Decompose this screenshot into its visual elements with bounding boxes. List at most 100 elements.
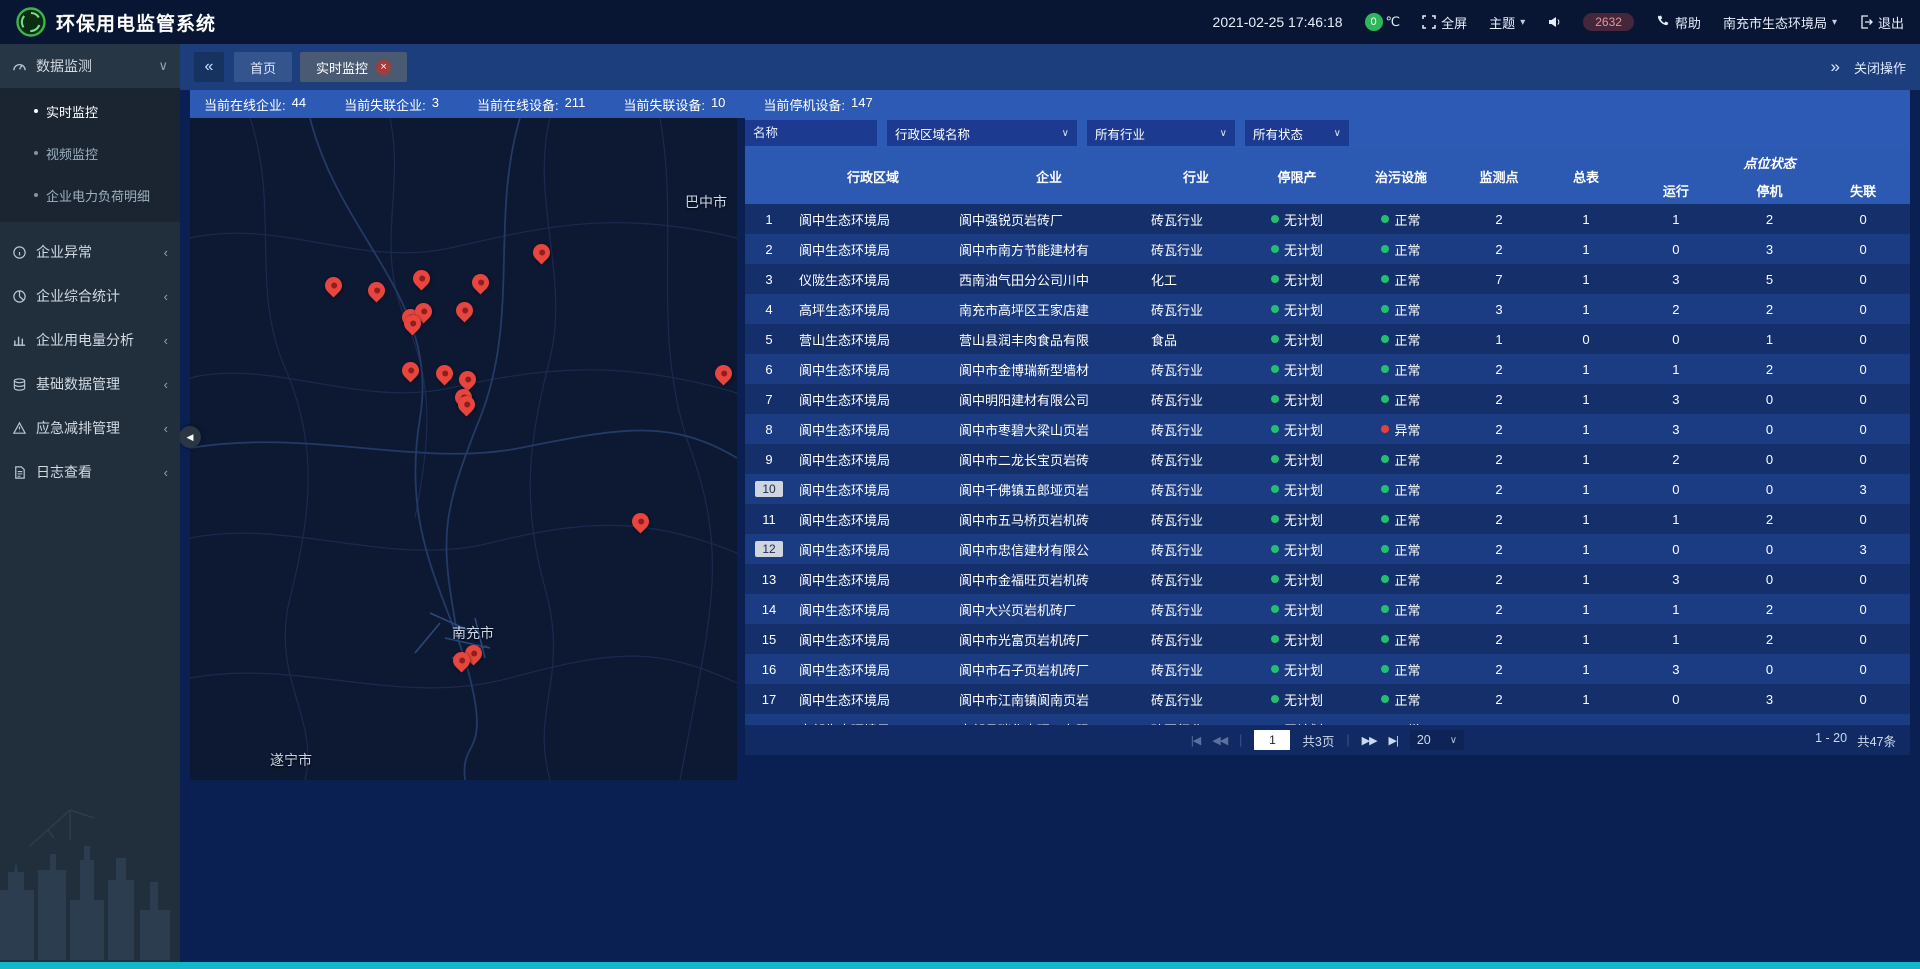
- table-row-14[interactable]: 14阆中生态环境局阆中大兴页岩机砖厂砖瓦行业无计划正常21120: [745, 594, 1910, 624]
- table-row-1[interactable]: 1阆中生态环境局阆中强锐页岩砖厂砖瓦行业无计划正常21120: [745, 204, 1910, 234]
- cell-company: 阆中市南方节能建材有: [953, 234, 1145, 264]
- tab-0[interactable]: 首页: [234, 52, 292, 82]
- industry-filter-select[interactable]: 所有行业 ∨: [1087, 120, 1235, 146]
- cell-treatment-status: 正常: [1347, 444, 1455, 474]
- region-filter-select[interactable]: 行政区域名称 ∨: [887, 120, 1077, 146]
- status-dot-green: [1271, 695, 1279, 703]
- cell-index: 1: [745, 204, 793, 234]
- table-row-3[interactable]: 3仪陇生态环境局西南油气田分公司川中化工无计划正常71350: [745, 264, 1910, 294]
- first-page-button[interactable]: |◀: [1191, 734, 1200, 747]
- cell-running: 1: [1629, 624, 1723, 654]
- help-button[interactable]: 帮助: [1656, 13, 1701, 32]
- sidebar-subitem-0-1[interactable]: 视频监控: [0, 132, 180, 174]
- table-row-15[interactable]: 15阆中生态环境局阆中市光富页岩机砖厂砖瓦行业无计划正常21120: [745, 624, 1910, 654]
- table-row-13[interactable]: 13阆中生态环境局阆中市金福旺页岩机砖砖瓦行业无计划正常21300: [745, 564, 1910, 594]
- status-dot-green: [1271, 485, 1279, 493]
- chevron-down-icon: ∨: [158, 58, 168, 74]
- phone-icon: [1656, 15, 1670, 29]
- theme-dropdown[interactable]: 主题 ▾: [1489, 13, 1525, 32]
- notification-count-badge: 2632: [1583, 13, 1634, 31]
- row-index: 12: [755, 541, 782, 557]
- table-row-9[interactable]: 9阆中生态环境局阆中市二龙长宝页岩砖砖瓦行业无计划正常21200: [745, 444, 1910, 474]
- city-skyline-graphic: [0, 750, 180, 960]
- cell-company: 阆中强锐页岩砖厂: [953, 204, 1145, 234]
- table-row-16[interactable]: 16阆中生态环境局阆中市石子页岩机砖厂砖瓦行业无计划正常21300: [745, 654, 1910, 684]
- map-collapse-handle[interactable]: ◀: [179, 426, 201, 448]
- table-row-5[interactable]: 5营山生态环境局营山县润丰肉食品有限食品无计划正常10010: [745, 324, 1910, 354]
- status-dot-green: [1381, 455, 1389, 463]
- table-row-4[interactable]: 4高坪生态环境局南充市高坪区王家店建砖瓦行业无计划正常31220: [745, 294, 1910, 324]
- cell-treatment-status: 正常: [1347, 684, 1455, 714]
- sidebar-subitem-0-2[interactable]: 企业电力负荷明细: [0, 174, 180, 216]
- cell-industry: 砖瓦行业: [1145, 534, 1247, 564]
- cell-meter: 1: [1543, 294, 1629, 324]
- header-company: 企业: [953, 148, 1145, 204]
- status-filter-select[interactable]: 所有状态 ∨: [1245, 120, 1349, 146]
- sidebar-item-3[interactable]: 企业用电量分析‹: [0, 318, 180, 362]
- table-row-18[interactable]: 18南部生态环境局南部县瑞华大理石有限砖瓦行业无计划正常21000: [745, 714, 1910, 725]
- table-row-8[interactable]: 8阆中生态环境局阆中市枣碧大梁山页岩砖瓦行业无计划异常21300: [745, 414, 1910, 444]
- cell-limit-status: 无计划: [1247, 324, 1347, 354]
- cell-points: 2: [1455, 474, 1543, 504]
- table-row-12[interactable]: 12阆中生态环境局阆中市忠信建材有限公砖瓦行业无计划正常21003: [745, 534, 1910, 564]
- status-dot-green: [1271, 395, 1279, 403]
- close-operations-button[interactable]: 关闭操作: [1854, 58, 1906, 77]
- header-status-group: 点位状态: [1629, 148, 1910, 176]
- tab-close-icon[interactable]: ×: [376, 60, 391, 75]
- cell-company: 阆中市二龙长宝页岩砖: [953, 444, 1145, 474]
- name-filter-input[interactable]: [745, 120, 877, 146]
- cell-limit-status: 无计划: [1247, 204, 1347, 234]
- announcement-button[interactable]: [1547, 15, 1561, 29]
- cell-meter: 1: [1543, 474, 1629, 504]
- sidebar-item-0[interactable]: 数据监测 ∨: [0, 44, 180, 88]
- status-dot-green: [1381, 275, 1389, 283]
- cell-region: 阆中生态环境局: [793, 564, 953, 594]
- sidebar-subitem-0-0[interactable]: 实时监控: [0, 90, 180, 132]
- next-page-button[interactable]: ▶▶: [1362, 734, 1377, 747]
- tabs-scroll-right-button[interactable]: »: [1831, 57, 1840, 77]
- last-page-button[interactable]: ▶|: [1389, 734, 1398, 747]
- sidebar-item-1[interactable]: 企业异常‹: [0, 230, 180, 274]
- tab-1[interactable]: 实时监控×: [300, 52, 407, 82]
- cell-stopped: 0: [1723, 534, 1817, 564]
- row-index: 17: [762, 692, 776, 707]
- cell-points: 2: [1455, 714, 1543, 725]
- table-row-10[interactable]: 10阆中生态环境局阆中千佛镇五郎垭页岩砖瓦行业无计划正常21003: [745, 474, 1910, 504]
- cell-offline: 0: [1816, 504, 1910, 534]
- chevron-left-icon: ‹: [164, 377, 168, 392]
- page-size-select[interactable]: 20 ∨: [1410, 730, 1464, 750]
- cell-running: 3: [1629, 654, 1723, 684]
- chevron-down-icon: ∨: [1062, 128, 1069, 139]
- sidebar-item-label: 企业综合统计: [36, 286, 155, 306]
- sidebar-item-5[interactable]: 应急减排管理‹: [0, 406, 180, 450]
- bottom-accent-strip: [0, 962, 1920, 969]
- organization-dropdown[interactable]: 南充市生态环境局 ▾: [1723, 13, 1837, 32]
- table-row-2[interactable]: 2阆中生态环境局阆中市南方节能建材有砖瓦行业无计划正常21030: [745, 234, 1910, 264]
- prev-page-button[interactable]: ◀◀: [1212, 734, 1227, 747]
- table-row-6[interactable]: 6阆中生态环境局阆中市金博瑞新型墙材砖瓦行业无计划正常21120: [745, 354, 1910, 384]
- cell-index: 9: [745, 444, 793, 474]
- pagination-bar: |◀ ◀◀ | 共3页 | ▶▶ ▶| 20 ∨ 1 - 20 共47条: [745, 725, 1910, 755]
- sidebar-item-label: 数据监测: [36, 56, 149, 76]
- tabs-scroll-left-button[interactable]: «: [194, 52, 224, 82]
- sidebar-item-6[interactable]: 日志查看‹: [0, 450, 180, 494]
- sidebar-item-4[interactable]: 基础数据管理‹: [0, 362, 180, 406]
- sidebar-item-2[interactable]: 企业综合统计‹: [0, 274, 180, 318]
- map-panel[interactable]: 巴中市南充市遂宁市 ◀: [190, 118, 737, 780]
- logout-button[interactable]: 退出: [1859, 13, 1904, 32]
- cell-treatment-status: 正常: [1347, 474, 1455, 504]
- fullscreen-button[interactable]: 全屏: [1422, 13, 1467, 32]
- status-dot-green: [1271, 335, 1279, 343]
- cell-region: 阆中生态环境局: [793, 654, 953, 684]
- page-input[interactable]: [1254, 730, 1290, 750]
- table-row-17[interactable]: 17阆中生态环境局阆中市江南镇阆南页岩砖瓦行业无计划正常21030: [745, 684, 1910, 714]
- table-row-11[interactable]: 11阆中生态环境局阆中市五马桥页岩机砖砖瓦行业无计划正常21120: [745, 504, 1910, 534]
- datetime: 2021-02-25 17:46:18: [1213, 14, 1343, 30]
- temperature: 0 ℃: [1365, 13, 1401, 31]
- header-running: 运行: [1629, 176, 1723, 204]
- stat-value: 44: [292, 95, 306, 114]
- table-row-7[interactable]: 7阆中生态环境局阆中明阳建材有限公司砖瓦行业无计划正常21300: [745, 384, 1910, 414]
- cell-points: 2: [1455, 654, 1543, 684]
- cell-limit-status: 无计划: [1247, 534, 1347, 564]
- stat-label: 当前在线设备:: [477, 95, 559, 114]
